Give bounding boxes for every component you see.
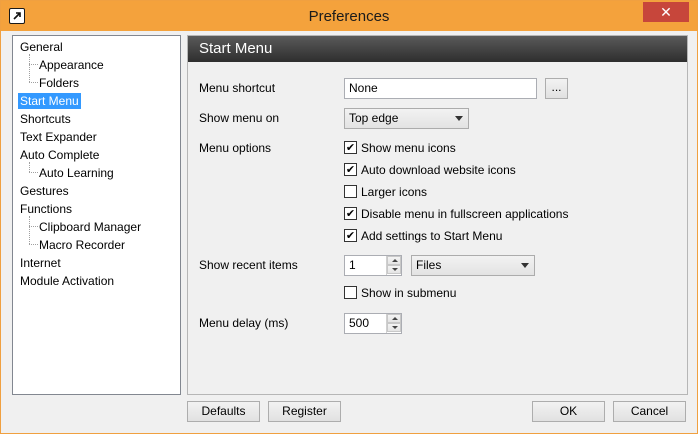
window-title: Preferences [308,8,390,25]
add-settings-checkbox[interactable]: ✔ [344,229,357,242]
chevron-down-icon [521,263,529,268]
menu-shortcut-label: Menu shortcut [199,81,276,95]
stepper-buttons [386,256,401,275]
show-in-submenu-label: Show in submenu [361,286,457,300]
preferences-window: Preferences ✕ General Appearance Folders… [0,0,698,434]
chevron-down-icon [455,116,463,121]
nav-item-folders[interactable]: Folders [37,75,81,91]
nav-item-auto-complete[interactable]: Auto Complete [18,147,101,163]
show-menu-icons-checkbox[interactable]: ✔ [344,141,357,154]
recent-items-count-stepper[interactable]: 1 [344,255,402,276]
nav-item-module-activation[interactable]: Module Activation [18,273,116,289]
show-menu-on-value: Top edge [349,111,399,125]
add-settings-label: Add settings to Start Menu [361,229,503,243]
stepper-down-button[interactable] [387,265,401,274]
nav-item-auto-learning[interactable]: Auto Learning [37,165,116,181]
settings-tree[interactable]: General Appearance Folders Start Menu Sh… [12,35,181,395]
recent-items-type-value: Files [416,258,442,272]
disable-fullscreen-label: Disable menu in fullscreen applications [361,207,569,221]
nav-item-text-expander[interactable]: Text Expander [18,129,99,145]
nav-item-clipboard-manager[interactable]: Clipboard Manager [37,219,143,235]
settings-panel: Start Menu Menu shortcut None ... Show m… [187,35,688,395]
menu-delay-value: 500 [349,316,370,330]
nav-item-functions[interactable]: Functions [18,201,74,217]
menu-options-label: Menu options [199,141,272,155]
show-recent-items-label: Show recent items [199,258,298,272]
show-menu-on-select[interactable]: Top edge [344,108,469,129]
menu-delay-stepper[interactable]: 500 [344,313,402,334]
stepper-buttons [386,314,401,333]
defaults-button[interactable]: Defaults [187,401,260,422]
auto-download-icons-checkbox[interactable]: ✔ [344,163,357,176]
show-in-submenu-checkbox[interactable] [344,286,357,299]
arrow-up-icon [392,259,398,262]
arrow-up-icon [392,317,398,320]
stepper-up-button[interactable] [387,256,401,265]
nav-item-general[interactable]: General [18,39,65,55]
disable-fullscreen-checkbox[interactable]: ✔ [344,207,357,220]
nav-item-start-menu[interactable]: Start Menu [18,93,81,109]
stepper-up-button[interactable] [387,314,401,323]
stepper-down-button[interactable] [387,323,401,332]
browse-shortcut-button[interactable]: ... [545,78,568,99]
tree-line [29,216,30,244]
show-menu-on-label: Show menu on [199,111,280,125]
recent-items-count-value: 1 [349,258,356,272]
close-button[interactable]: ✕ [643,2,689,22]
nav-item-internet[interactable]: Internet [18,255,63,271]
arrow-down-icon [392,326,398,329]
register-button[interactable]: Register [268,401,341,422]
cancel-button[interactable]: Cancel [613,401,686,422]
ok-button[interactable]: OK [532,401,605,422]
title-bar[interactable]: Preferences ✕ [1,1,697,31]
panel-title: Start Menu [188,36,687,62]
nav-item-macro-recorder[interactable]: Macro Recorder [37,237,127,253]
auto-download-icons-label: Auto download website icons [361,163,516,177]
larger-icons-checkbox[interactable] [344,185,357,198]
tree-line [29,54,30,82]
menu-delay-label: Menu delay (ms) [199,316,289,330]
arrow-down-icon [392,268,398,271]
larger-icons-label: Larger icons [361,185,428,199]
nav-item-appearance[interactable]: Appearance [37,57,106,73]
tree-line [29,162,30,172]
recent-items-type-select[interactable]: Files [411,255,535,276]
nav-item-gestures[interactable]: Gestures [18,183,71,199]
show-menu-icons-label: Show menu icons [361,141,456,155]
nav-item-shortcuts[interactable]: Shortcuts [18,111,73,127]
menu-shortcut-field[interactable]: None [344,78,537,99]
